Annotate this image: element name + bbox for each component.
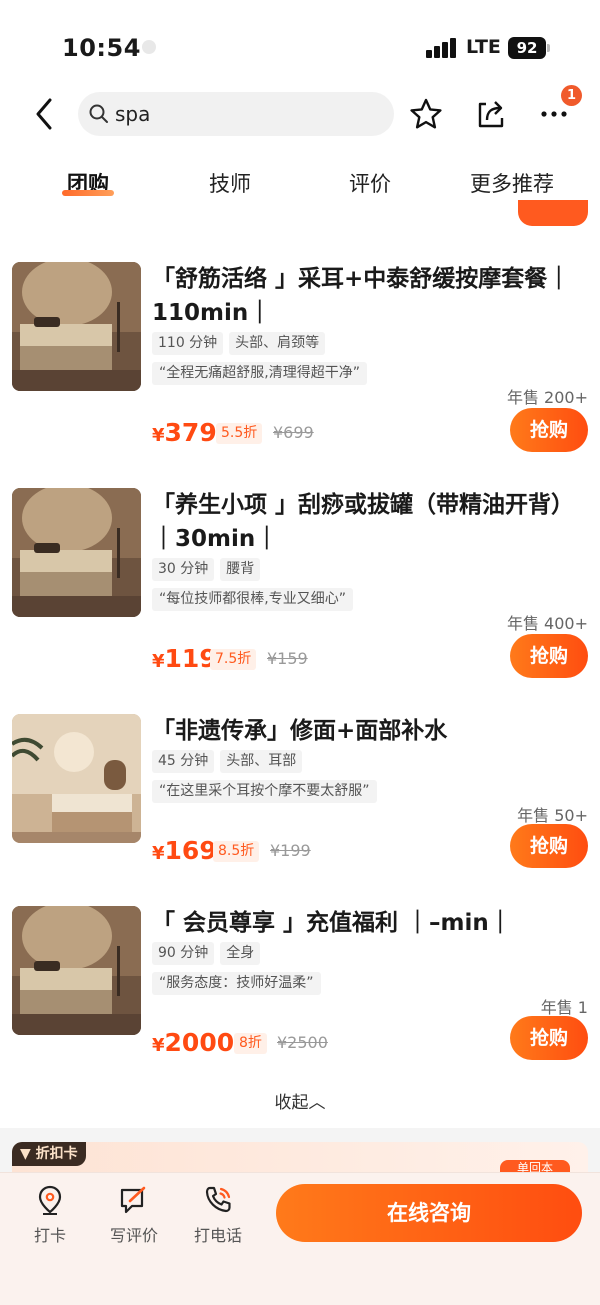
write-review-button[interactable]: 写评价 — [99, 1184, 169, 1246]
chevron-left-icon — [36, 98, 52, 130]
discount-badge: 7.5折 — [210, 649, 257, 670]
phone-icon — [205, 1186, 231, 1213]
deal-tags: 30 分钟 腰背 — [152, 558, 261, 581]
deal-price: ¥ 119 — [152, 644, 217, 673]
tab-more-recommendations[interactable]: 更多推荐 — [466, 168, 558, 198]
call-button[interactable]: 打电话 — [183, 1184, 253, 1246]
share-button[interactable] — [472, 96, 508, 132]
deal-item[interactable]: 「养生小项 」刮痧或拔罐（带精油开背）｜30min｜ 30 分钟 腰背 “每位技… — [0, 488, 600, 698]
price-value: 119 — [164, 644, 217, 673]
search-query: spa — [115, 102, 151, 126]
deal-tag: 头部、肩颈等 — [229, 332, 326, 355]
share-icon — [478, 101, 504, 128]
deal-tag: 110 分钟 — [152, 332, 224, 355]
buy-button[interactable]: 抢购 — [510, 1016, 588, 1060]
location-pin-icon — [38, 1185, 62, 1215]
original-price: ¥699 — [273, 423, 314, 442]
deal-thumbnail — [12, 714, 141, 843]
chevron-down-icon: ▼ — [20, 1146, 31, 1162]
battery-tip — [547, 44, 550, 52]
online-consult-button[interactable]: 在线咨询 — [276, 1184, 582, 1242]
edit-review-icon — [120, 1186, 146, 1214]
call-label: 打电话 — [193, 1226, 242, 1245]
spa-room-image — [12, 262, 141, 391]
deal-item[interactable]: 「 会员尊享 」充值福利 ｜–min｜ 90 分钟 全身 “服务态度：技师好温柔… — [0, 906, 600, 1116]
search-icon — [89, 104, 108, 123]
battery-icon: 92 — [508, 37, 546, 59]
price-value: 169 — [164, 836, 217, 865]
deal-review-quote: “在这里采个耳按个摩不要太舒服” — [152, 780, 377, 803]
signal-icon — [426, 38, 458, 58]
search-input[interactable]: spa — [78, 92, 394, 136]
price-value: 379 — [164, 418, 217, 447]
deal-tag: 腰背 — [220, 558, 261, 581]
discount-badge: 8折 — [234, 1033, 267, 1054]
checkin-label: 打卡 — [33, 1226, 66, 1245]
star-icon — [410, 98, 442, 129]
status-bar: 10:54 LTE 92 — [0, 0, 600, 90]
status-time: 10:54 — [62, 34, 141, 62]
back-button[interactable] — [28, 94, 64, 134]
tab-technicians[interactable]: 技师 — [206, 168, 254, 198]
deal-sales: 年售 1 — [540, 998, 588, 1017]
deal-tag: 90 分钟 — [152, 942, 215, 965]
deal-tags: 90 分钟 全身 — [152, 942, 261, 965]
price-symbol: ¥ — [152, 1035, 165, 1056]
facial-room-image — [12, 714, 141, 843]
tab-bar: 团购 技师 评价 更多推荐 — [0, 160, 600, 210]
price-symbol: ¥ — [152, 651, 165, 672]
deal-review-quote: “每位技师都很棒,专业又细心” — [152, 588, 353, 611]
deal-review-quote: “全程无痛超舒服,清理得超干净” — [152, 362, 367, 385]
discount-badge: 5.5折 — [216, 423, 263, 444]
deal-sales: 年售 200+ — [506, 388, 588, 407]
deal-tags: 45 分钟 头部、耳部 — [152, 750, 303, 773]
deal-review-quote: “服务态度：技师好温柔” — [152, 972, 321, 995]
notification-badge: 1 — [561, 85, 582, 106]
spa-room-image — [12, 488, 141, 617]
discount-card-label: ▼ 折扣卡 — [12, 1142, 86, 1166]
buy-button[interactable]: 抢购 — [510, 634, 588, 678]
deal-tags: 110 分钟 头部、肩颈等 — [152, 332, 326, 355]
deal-tag: 30 分钟 — [152, 558, 215, 581]
deal-sales: 年售 400+ — [506, 614, 588, 633]
write-review-label: 写评价 — [109, 1226, 158, 1245]
deal-title: 「 会员尊享 」充值福利 ｜–min｜ — [152, 910, 512, 936]
spa-room-image — [12, 906, 141, 1035]
deal-thumbnail — [12, 488, 141, 617]
tab-reviews[interactable]: 评价 — [346, 168, 394, 198]
collapse-link[interactable]: 收起︿ — [0, 1088, 600, 1113]
deal-item[interactable]: 「舒筋活络 」采耳+中泰舒缓按摩套餐｜110min｜ 110 分钟 头部、肩颈等… — [0, 262, 600, 472]
checkin-button[interactable]: 打卡 — [15, 1184, 85, 1246]
partial-button[interactable] — [518, 200, 588, 226]
price-symbol: ¥ — [152, 425, 165, 446]
original-price: ¥159 — [267, 649, 308, 668]
deal-price: ¥ 2000 — [152, 1028, 234, 1057]
deal-price: ¥ 379 — [152, 418, 217, 447]
original-price: ¥2500 — [277, 1033, 328, 1052]
deal-title: 「非遗传承」修面+面部补水 — [152, 718, 448, 744]
price-symbol: ¥ — [152, 843, 165, 864]
deal-item[interactable]: 「非遗传承」修面+面部补水 45 分钟 头部、耳部 “在这里采个耳按个摩不要太舒… — [0, 714, 600, 924]
status-indicator — [142, 40, 156, 54]
deal-tag: 45 分钟 — [152, 750, 215, 773]
original-price: ¥199 — [270, 841, 311, 860]
active-tab-indicator — [62, 190, 114, 196]
deal-thumbnail — [12, 262, 141, 391]
discount-card-title: 折扣卡 — [35, 1146, 78, 1162]
buy-button[interactable]: 抢购 — [510, 824, 588, 868]
deal-sales: 年售 50+ — [517, 806, 588, 825]
deal-tag: 头部、耳部 — [220, 750, 303, 773]
buy-button[interactable]: 抢购 — [510, 408, 588, 452]
deal-title: 「舒筋活络 」采耳+中泰舒缓按摩套餐｜110min｜ — [152, 266, 571, 326]
deal-price: ¥ 169 — [152, 836, 217, 865]
deal-tag: 全身 — [220, 942, 261, 965]
deal-title: 「养生小项 」刮痧或拔罐（带精油开背）｜30min｜ — [152, 492, 575, 552]
price-value: 2000 — [164, 1028, 235, 1057]
favorite-button[interactable] — [408, 96, 444, 132]
network-label: LTE — [466, 36, 501, 58]
discount-badge: 8.5折 — [213, 841, 260, 862]
deal-thumbnail — [12, 906, 141, 1035]
